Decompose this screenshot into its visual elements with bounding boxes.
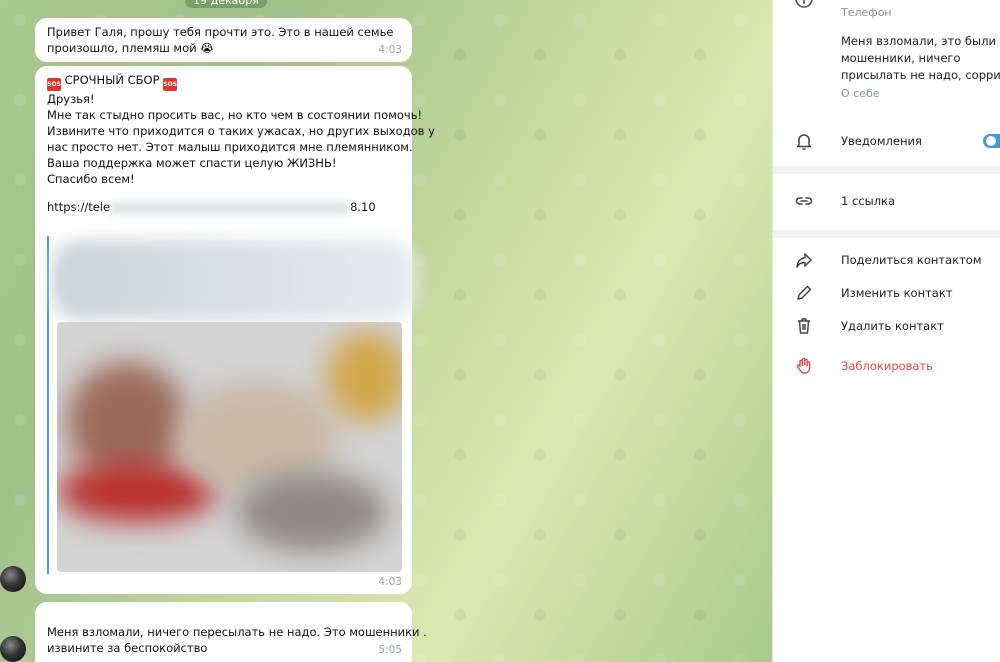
block-contact-row[interactable]: Заблокировать: [773, 357, 1000, 377]
section-divider: [773, 166, 1000, 174]
message-bubble[interactable]: SOS СРОЧНЫЙ СБОР SOS Друзья! Мне так сты…: [35, 66, 435, 594]
message-time: 5:05: [378, 644, 402, 656]
message-time: 4:03: [378, 44, 402, 56]
bio-row: Меня взломали, это были мошенники, ничег…: [773, 34, 1000, 104]
links-row[interactable]: 1 ссылка: [773, 192, 1000, 212]
photo-blob: [237, 472, 387, 552]
share-contact-label: Поделиться контактом: [841, 253, 982, 267]
message-title: SOS СРОЧНЫЙ СБОР SOS: [47, 72, 400, 91]
share-contact-row[interactable]: Поделиться контактом: [773, 251, 1000, 271]
message-link[interactable]: https://tele 8.10: [47, 199, 400, 215]
message-bubble[interactable]: Привет Галя, прошу тебя прочти это. Это …: [35, 18, 412, 62]
title-text: СРОЧНЫЙ СБОР: [64, 73, 160, 87]
sos-icon: SOS: [47, 78, 61, 91]
section-divider: [773, 230, 1000, 238]
blurred-preview-text: [51, 240, 416, 320]
edit-contact-label: Изменить контакт: [841, 286, 953, 300]
phone-caption: Телефон: [841, 6, 892, 19]
link-icon: [795, 197, 813, 205]
message-text: Спасибо всем!: [47, 172, 135, 186]
message-text: извините за беспокойство: [47, 641, 208, 655]
message-text: Извините что приходится о таких ужасах, …: [47, 124, 435, 138]
block-contact-label: Заблокировать: [841, 359, 933, 373]
delete-contact-row[interactable]: Удалить контакт: [773, 317, 1000, 337]
message-text: Друзья!: [47, 92, 95, 106]
message-text: Ваша поддержка может спасти целую ЖИЗНЬ!: [47, 156, 337, 170]
bio-line: Меня взломали, это были: [841, 34, 996, 48]
bell-icon: [796, 134, 812, 151]
notifications-label: Уведомления: [841, 134, 922, 148]
pencil-icon: [797, 285, 812, 300]
bio-line: мошенники, ничего: [841, 51, 961, 65]
phone-row[interactable]: Телефон: [773, 0, 1000, 30]
message-bubble[interactable]: Меня взломали, ничего пересылать не надо…: [35, 602, 427, 662]
message-text: Привет Галя, прошу тебя прочти это. Это …: [47, 25, 394, 39]
bio-line: присылать не надо, сорри: [841, 68, 1000, 82]
photo-blob: [327, 332, 402, 422]
photo-blob: [57, 462, 217, 522]
contact-info-panel: Телефон Меня взломали, это были мошенник…: [772, 0, 1000, 662]
link-prefix: https://tele: [47, 200, 111, 214]
blurred-photo[interactable]: [57, 322, 402, 572]
share-arrow-icon: [796, 253, 812, 268]
edit-contact-row[interactable]: Изменить контакт: [773, 284, 1000, 304]
link-suffix: 8.10: [350, 200, 376, 214]
message-text: произошло, племяш мой 😭: [47, 41, 214, 55]
link-preview[interactable]: [47, 236, 416, 574]
delete-contact-label: Удалить контакт: [841, 319, 944, 333]
bio-caption: О себе: [841, 87, 880, 100]
sos-icon: SOS: [163, 78, 178, 91]
message-text: нас просто нет. Этот малыш приходится мн…: [47, 140, 413, 154]
message-text: Меня взломали, ничего пересылать не надо…: [47, 625, 427, 639]
info-icon: [795, 0, 813, 8]
message-text: Мне так стыдно просить вас, но кто чем в…: [47, 108, 423, 122]
hand-stop-icon: [796, 357, 811, 374]
sender-avatar[interactable]: [0, 566, 26, 592]
date-pill: 19 декабря: [185, 0, 267, 8]
links-label: 1 ссылка: [841, 194, 896, 208]
trash-icon: [798, 318, 810, 334]
notifications-toggle[interactable]: [983, 134, 1000, 148]
blurred-link: [110, 201, 351, 214]
notifications-row[interactable]: Уведомления: [773, 132, 1000, 152]
chat-area: 19 декабря Привет Галя, прошу тебя прочт…: [0, 0, 772, 662]
sender-avatar[interactable]: [0, 636, 26, 662]
message-time: 4:03: [378, 576, 402, 588]
